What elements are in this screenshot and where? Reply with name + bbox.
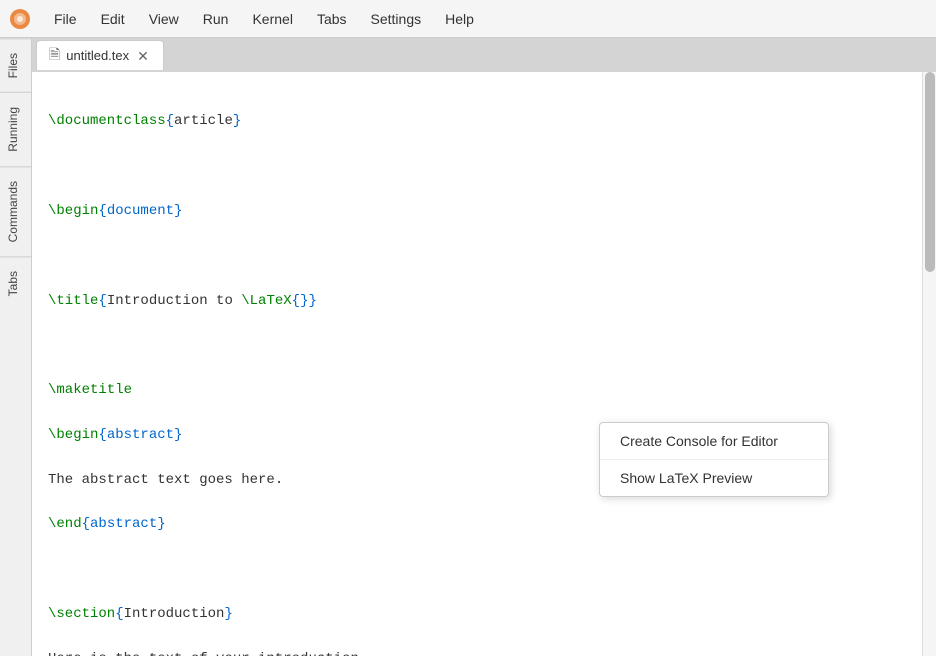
menu-help[interactable]: Help bbox=[435, 7, 484, 31]
context-menu: Create Console for Editor Show LaTeX Pre… bbox=[599, 422, 829, 497]
code-line-3: \title{Introduction to \LaTeX{}} bbox=[48, 290, 906, 312]
menu-settings[interactable]: Settings bbox=[361, 7, 432, 31]
editor-tab[interactable]: 🗎 untitled.tex ✕ bbox=[36, 40, 164, 70]
context-menu-item-preview[interactable]: Show LaTeX Preview bbox=[600, 460, 828, 496]
code-line-blank-4 bbox=[48, 558, 906, 580]
menu-run[interactable]: Run bbox=[193, 7, 239, 31]
file-icon: 🗎 bbox=[49, 44, 60, 68]
menu-edit[interactable]: Edit bbox=[91, 7, 135, 31]
code-line-2: \begin{document} bbox=[48, 200, 906, 222]
code-line-4: \maketitle bbox=[48, 379, 906, 401]
context-menu-item-console[interactable]: Create Console for Editor bbox=[600, 423, 828, 459]
app-logo bbox=[8, 7, 32, 31]
main-layout: Files Running Commands Tabs 🗎 untitled.t… bbox=[0, 38, 936, 656]
menu-kernel[interactable]: Kernel bbox=[242, 7, 302, 31]
sidebar-tab-files[interactable]: Files bbox=[0, 38, 31, 92]
sidebar-tab-running[interactable]: Running bbox=[0, 92, 31, 166]
sidebar-tab-commands[interactable]: Commands bbox=[0, 166, 31, 256]
tab-filename: untitled.tex bbox=[66, 48, 129, 63]
scrollbar[interactable] bbox=[922, 72, 936, 656]
code-line-blank-1 bbox=[48, 155, 906, 177]
menubar: File Edit View Run Kernel Tabs Settings … bbox=[0, 0, 936, 38]
tab-close-button[interactable]: ✕ bbox=[135, 49, 151, 63]
menu-tabs[interactable]: Tabs bbox=[307, 7, 357, 31]
menu-file[interactable]: File bbox=[44, 7, 87, 31]
content-area: 🗎 untitled.tex ✕ \documentclass{article}… bbox=[32, 38, 936, 656]
code-line-9: Here is the text of your introduction. bbox=[48, 648, 906, 656]
editor-area: \documentclass{article} \begin{document}… bbox=[32, 72, 936, 656]
code-line-blank-2 bbox=[48, 245, 906, 267]
kw-documentclass: \documentclass bbox=[48, 113, 166, 129]
editor-content[interactable]: \documentclass{article} \begin{document}… bbox=[32, 72, 922, 656]
sidebar: Files Running Commands Tabs bbox=[0, 38, 32, 656]
code-line-8: \section{Introduction} bbox=[48, 603, 906, 625]
code-line-7: \end{abstract} bbox=[48, 513, 906, 535]
scrollbar-thumb[interactable] bbox=[925, 72, 935, 272]
menu-view[interactable]: View bbox=[139, 7, 189, 31]
code-line-blank-3 bbox=[48, 334, 906, 356]
code-line-1: \documentclass{article} bbox=[48, 110, 906, 132]
sidebar-tab-tabs[interactable]: Tabs bbox=[0, 256, 31, 310]
tab-bar: 🗎 untitled.tex ✕ bbox=[32, 38, 936, 72]
